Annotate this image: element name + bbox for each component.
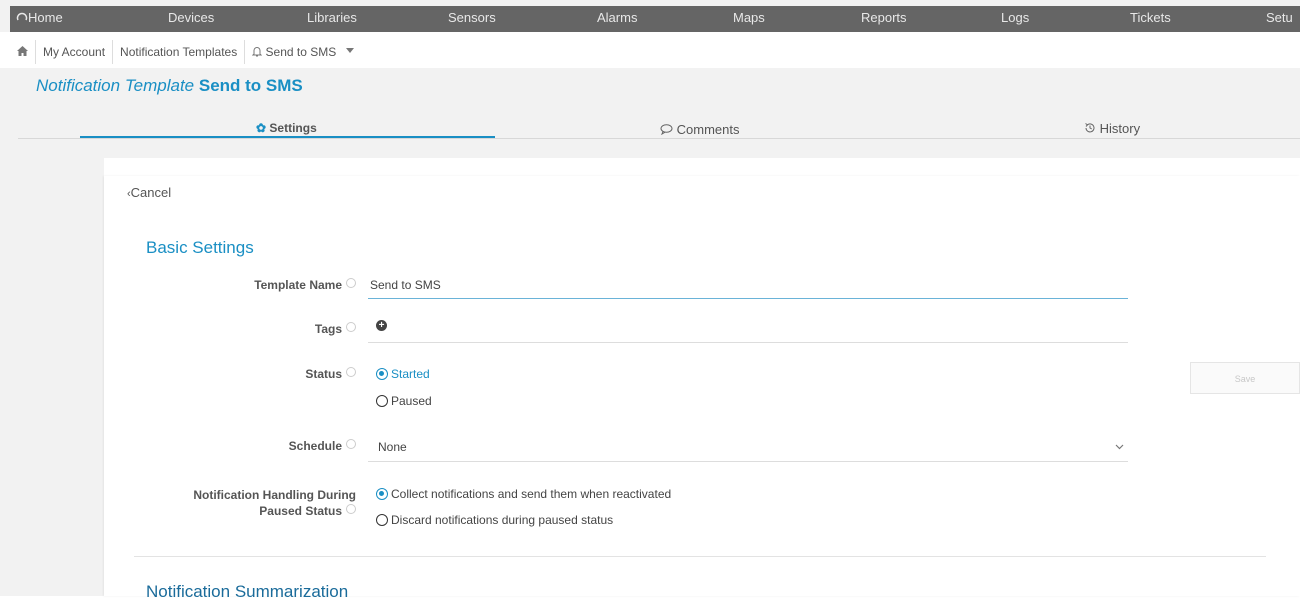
caret-down-icon[interactable] — [345, 48, 354, 54]
schedule-underline — [368, 461, 1128, 462]
section-title-notification-summarization: Notification Summarization — [146, 582, 349, 601]
handling-collect-radio[interactable]: Collect notifications and send them when… — [376, 487, 671, 501]
cancel-link[interactable]: ‹Cancel — [127, 185, 171, 200]
nav-alarms[interactable]: Alarms — [597, 6, 637, 32]
radio-unchecked-icon — [376, 395, 388, 407]
nav-devices[interactable]: Devices — [168, 6, 214, 32]
breadcrumb-home[interactable] — [10, 40, 36, 64]
info-icon[interactable] — [346, 504, 356, 514]
status-label: Status — [126, 366, 356, 382]
info-icon[interactable] — [346, 322, 356, 332]
bell-icon — [251, 47, 263, 57]
nav-logs[interactable]: Logs — [1001, 6, 1029, 32]
nav-libraries[interactable]: Libraries — [307, 6, 357, 32]
save-button[interactable]: Save — [1190, 362, 1300, 394]
template-name-input[interactable] — [368, 276, 1128, 294]
home-icon — [17, 46, 28, 56]
breadcrumb-my-account[interactable]: My Account — [36, 40, 114, 64]
schedule-label: Schedule — [126, 438, 356, 454]
tab-history[interactable]: History — [1084, 121, 1140, 136]
breadcrumb: My Account Notification Templates Send t… — [10, 40, 361, 64]
info-icon[interactable] — [346, 278, 356, 288]
handling-discard-radio[interactable]: Discard notifications during paused stat… — [376, 513, 613, 527]
template-name-underline — [368, 298, 1128, 299]
tab-comments[interactable]: Comments — [660, 122, 739, 137]
radio-checked-icon — [376, 368, 388, 380]
chevron-down-icon — [1115, 444, 1124, 450]
breadcrumb-current[interactable]: Send to SMS — [245, 40, 360, 64]
comment-icon — [660, 124, 673, 136]
nav-maps[interactable]: Maps — [733, 6, 765, 32]
gear-icon: ✿ — [256, 121, 267, 135]
schedule-select[interactable]: None — [368, 436, 1128, 460]
radio-checked-icon — [376, 488, 388, 500]
status-started-radio[interactable]: Started — [376, 367, 430, 381]
section-divider — [134, 556, 1266, 557]
section-title-basic-settings: Basic Settings — [146, 238, 254, 257]
left-gutter — [0, 158, 104, 596]
info-icon[interactable] — [346, 367, 356, 377]
nav-setup[interactable]: Setu — [1266, 6, 1293, 32]
status-paused-radio[interactable]: Paused — [376, 394, 432, 408]
notification-handling-label: Notification Handling During Paused Stat… — [193, 488, 356, 518]
top-nav: Home Devices Libraries Sensors Alarms Ma… — [0, 0, 1300, 32]
tab-active-indicator — [80, 136, 495, 138]
nav-tickets[interactable]: Tickets — [1130, 6, 1171, 32]
page-title: Notification Template Send to SMS — [36, 76, 303, 96]
radio-unchecked-icon — [376, 514, 388, 526]
nav-reports[interactable]: Reports — [861, 6, 907, 32]
home-icon — [16, 12, 28, 21]
nav-home[interactable]: Home — [16, 6, 63, 32]
tags-label: Tags — [126, 321, 356, 337]
page-title-name: Send to SMS — [198, 76, 303, 95]
page-title-prefix: Notification Template — [36, 76, 195, 95]
tabs-divider — [18, 138, 1300, 139]
add-tag-icon[interactable]: + — [376, 320, 387, 331]
top-nav-bar: Home Devices Libraries Sensors Alarms Ma… — [10, 6, 1300, 32]
breadcrumb-notification-templates[interactable]: Notification Templates — [113, 40, 246, 64]
info-icon[interactable] — [346, 439, 356, 449]
history-icon — [1085, 123, 1095, 133]
tags-underline — [368, 342, 1128, 343]
template-name-label: Template Name — [126, 277, 356, 293]
nav-sensors[interactable]: Sensors — [448, 6, 496, 32]
settings-card — [104, 176, 1300, 596]
tab-settings[interactable]: ✿ Settings — [256, 121, 317, 135]
